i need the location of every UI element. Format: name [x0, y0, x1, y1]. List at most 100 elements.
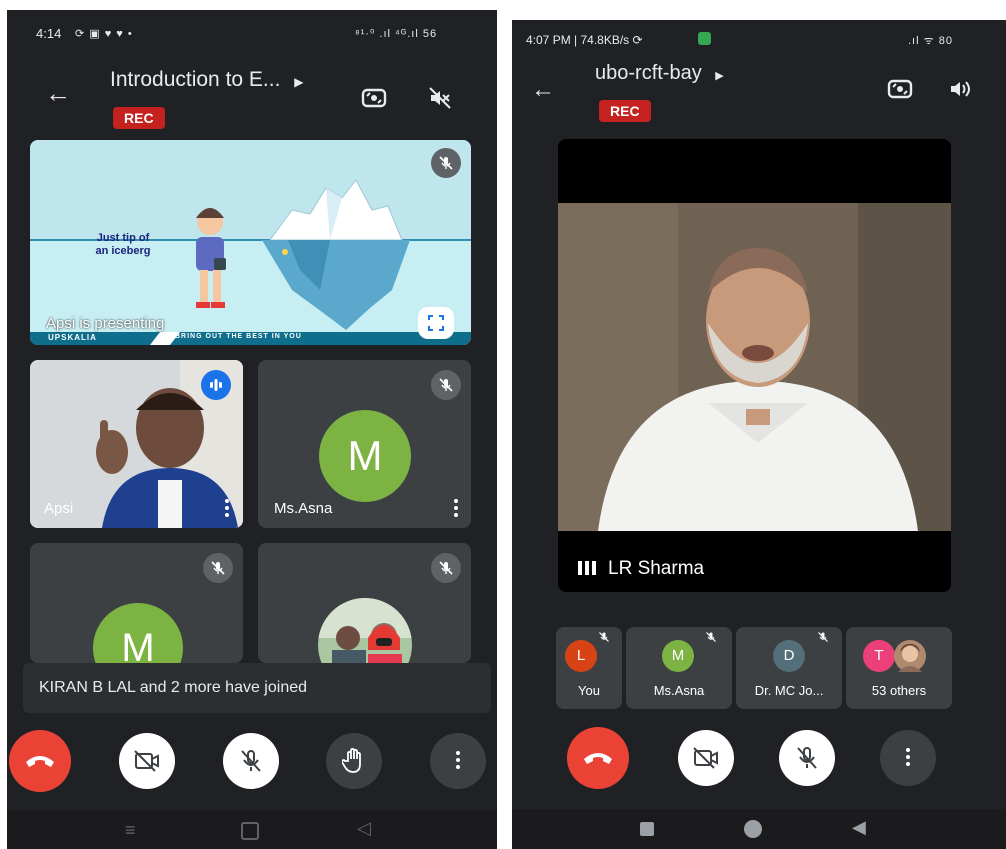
participant-profile-photo	[318, 598, 412, 663]
muted-indicator	[431, 553, 461, 583]
status-signal-battery: ⁸¹·⁰ .ıl ⁴ᴳ.ıl 56	[355, 28, 438, 40]
status-time: 4:14	[36, 26, 62, 41]
avatar-ms-asna: M	[319, 410, 411, 502]
avatar-others: T	[863, 640, 895, 672]
meeting-title-text: ubo-rcft-bay	[595, 62, 702, 84]
mic-off-icon	[797, 747, 817, 769]
speaker-off-icon[interactable]	[428, 86, 452, 115]
nav-back-icon[interactable]: ◁	[357, 818, 371, 839]
camera-toggle-button[interactable]	[119, 733, 175, 789]
more-vert-icon	[906, 748, 910, 769]
participant-chip-dr-mc[interactable]: D Dr. MC Jo...	[736, 627, 842, 709]
audio-level-icon	[578, 561, 596, 575]
hang-up-icon	[26, 756, 54, 767]
status-notification-icons: ⟳ ▣ ♥ ♥ •	[75, 28, 133, 40]
join-notification-text: KIRAN B LAL and 2 more have joined	[39, 679, 308, 696]
participant-chip-others[interactable]: T 53 others	[846, 627, 952, 709]
nav-back-icon[interactable]: ◀	[852, 817, 866, 838]
fullscreen-icon	[428, 315, 444, 331]
nav-home-icon[interactable]	[241, 822, 259, 840]
avatar-dr-mc: D	[773, 640, 805, 672]
switch-camera-icon[interactable]	[361, 86, 387, 115]
participant-tile-apsi[interactable]: Apsi	[30, 360, 243, 528]
speaking-indicator	[201, 370, 231, 400]
presentation-muted-indicator	[431, 148, 461, 178]
presenting-label: Apsi is presenting	[46, 315, 165, 332]
end-call-button[interactable]	[567, 727, 629, 789]
participant-name-ms-asna: Ms.Asna	[274, 500, 333, 517]
android-nav-bar: ◀	[512, 809, 1006, 849]
more-options-button[interactable]	[430, 733, 486, 789]
mic-toggle-button[interactable]	[223, 733, 279, 789]
mic-off-icon	[241, 750, 261, 772]
participant-label-others: 53 others	[871, 683, 927, 698]
avatar-you: L	[565, 640, 597, 672]
more-options-icon[interactable]	[454, 499, 458, 520]
meeting-title-text: Introduction to E...	[110, 68, 281, 91]
participant-label-dr-mc: Dr. MC Jo...	[754, 683, 824, 698]
avatar-m: M	[93, 603, 183, 663]
more-options-button[interactable]	[880, 730, 936, 786]
nav-menu-icon[interactable]: ≡	[125, 820, 136, 841]
participant-name-apsi: Apsi	[44, 500, 74, 517]
more-vert-icon	[456, 751, 460, 772]
status-signal-battery: .ıl ᯤ 80	[908, 35, 953, 47]
participant-photo-others	[894, 640, 926, 672]
raise-hand-icon	[342, 748, 361, 773]
presentation-tile[interactable]: Just tip of an iceberg Apsi is presentin…	[30, 140, 471, 345]
title-chevron-icon: ▶	[715, 70, 724, 82]
status-app-icon	[698, 32, 711, 45]
camera-toggle-button[interactable]	[678, 730, 734, 786]
camera-off-icon	[134, 750, 159, 772]
participant-tile-m[interactable]: M	[30, 543, 243, 663]
muted-indicator	[431, 370, 461, 400]
back-arrow-icon[interactable]: ←	[528, 76, 558, 104]
mic-off-icon	[818, 632, 828, 642]
more-options-icon[interactable]	[225, 499, 229, 520]
android-nav-bar: ≡ ◁	[7, 810, 497, 849]
mic-off-icon	[439, 378, 453, 392]
nav-home-icon[interactable]	[744, 820, 762, 838]
back-arrow-icon[interactable]: ←	[43, 78, 73, 109]
speaker-video	[558, 203, 951, 531]
rec-badge: REC	[599, 100, 651, 122]
participant-label-you: You	[578, 683, 600, 698]
participant-tile-photo[interactable]	[258, 543, 471, 663]
participant-label-ms-asna: Ms.Asna	[653, 683, 705, 698]
camera-off-icon	[693, 747, 718, 769]
raise-hand-button[interactable]	[326, 733, 382, 789]
title-chevron-icon: ▶	[294, 75, 304, 89]
audio-level-icon	[210, 379, 222, 391]
mic-off-icon	[211, 561, 225, 575]
participant-chip-ms-asna[interactable]: M Ms.Asna	[626, 627, 732, 709]
end-call-button[interactable]	[9, 730, 71, 792]
main-speaker-tile[interactable]: LR Sharma	[558, 139, 951, 592]
rec-badge: REC	[113, 107, 165, 129]
muted-indicator	[203, 553, 233, 583]
fullscreen-button[interactable]	[418, 307, 454, 339]
ribbon-brand: UPSKALIA	[48, 333, 97, 342]
hang-up-icon	[584, 753, 612, 764]
mic-off-icon	[706, 632, 716, 642]
slide-caption: Just tip of an iceberg	[78, 232, 168, 258]
left-phone-screen: 4:14 ⟳ ▣ ♥ ♥ • ⁸¹·⁰ .ıl ⁴ᴳ.ıl 56 ← Intro…	[7, 10, 497, 849]
nav-recents-icon[interactable]	[640, 822, 654, 836]
mic-toggle-button[interactable]	[779, 730, 835, 786]
right-phone-screen: 4:07 PM | 74.8KB/s ⟳ .ıl ᯤ 80 ← ubo-rcft…	[512, 20, 1006, 849]
status-time-speed: 4:07 PM | 74.8KB/s ⟳	[526, 33, 643, 47]
ribbon-tagline: BRING OUT THE BEST IN YOU	[175, 333, 302, 340]
join-notification: KIRAN B LAL and 2 more have joined	[23, 663, 491, 713]
mic-off-icon	[439, 156, 453, 170]
mic-off-icon	[439, 561, 453, 575]
speaker-icon[interactable]	[948, 77, 972, 106]
avatar-ms-asna: M	[662, 640, 694, 672]
speaker-name: LR Sharma	[608, 558, 705, 579]
slide-caption-line2: an iceberg	[95, 245, 151, 257]
meeting-title[interactable]: Introduction to E... ▶	[110, 68, 304, 92]
participant-chip-you[interactable]: L You	[556, 627, 622, 709]
meeting-title[interactable]: ubo-rcft-bay ▶	[595, 62, 724, 85]
switch-camera-icon[interactable]	[887, 77, 913, 106]
participant-tile-ms-asna[interactable]: M Ms.Asna	[258, 360, 471, 528]
mic-off-icon	[599, 632, 609, 642]
slide-caption-line1: Just tip of	[96, 232, 150, 244]
